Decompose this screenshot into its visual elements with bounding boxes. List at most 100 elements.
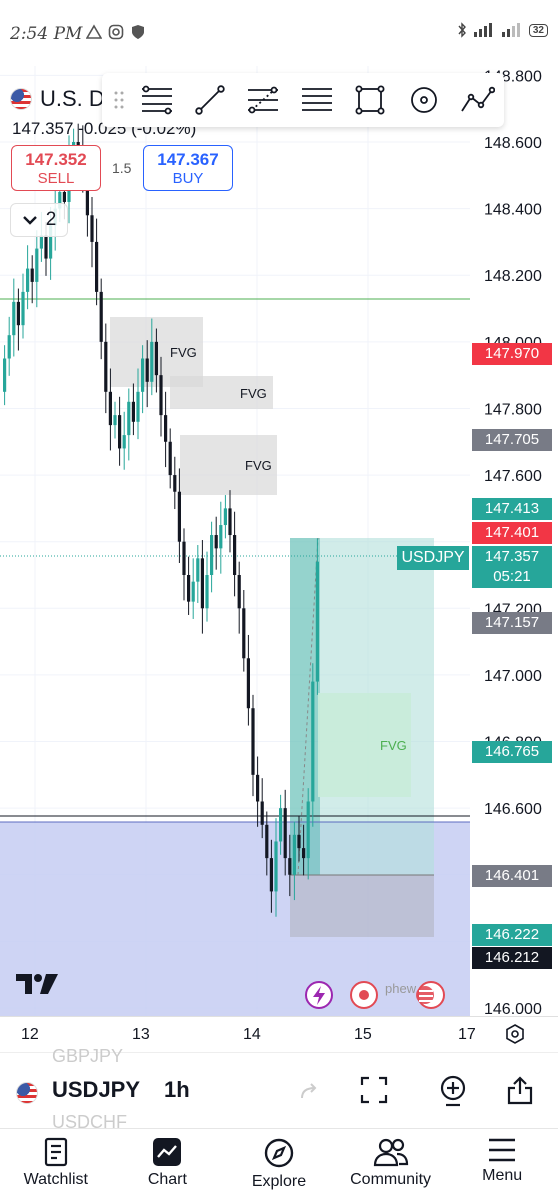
candle-body [7, 335, 11, 359]
candle-body [191, 581, 195, 602]
bottom-navigation: Watchlist Chart Explore Community Menu [0, 1128, 558, 1200]
candle-body [269, 858, 273, 892]
us-flag-icon [16, 1082, 38, 1104]
chevron-down-icon [22, 216, 37, 225]
y-axis-tick: 146.600 [484, 801, 542, 818]
add-indicator-icon[interactable] [438, 1074, 468, 1108]
candle-body [177, 491, 181, 542]
axis-settings-icon[interactable] [504, 1023, 526, 1045]
candle-body [44, 235, 48, 259]
tool-circle[interactable] [397, 73, 450, 127]
price-tag: 147.157 [472, 612, 552, 634]
fvg-label: FVG [240, 386, 267, 401]
candle-body [104, 341, 108, 392]
nav-community[interactable]: Community [335, 1129, 447, 1200]
candle-body [302, 848, 306, 859]
candle-body [219, 525, 223, 549]
signal-icon-2 [501, 23, 520, 37]
candle-body [256, 774, 260, 802]
fullscreen-icon[interactable] [360, 1076, 388, 1104]
candle-body [311, 681, 315, 802]
signal-icon [473, 23, 492, 37]
tool-rectangle[interactable] [344, 73, 397, 127]
drag-handle[interactable] [108, 73, 130, 127]
compass-icon [264, 1138, 294, 1168]
symbol-header[interactable]: U.S. D [10, 86, 105, 112]
candle-body [150, 341, 154, 382]
shield-icon [132, 25, 144, 39]
candle-body [113, 415, 117, 426]
bar-countdown: 05:21 [493, 568, 531, 585]
candle-body [145, 358, 149, 382]
event-markers[interactable]: phew [0, 980, 558, 1012]
battery-indicator: 32 [528, 23, 548, 37]
redo-icon[interactable] [298, 1080, 320, 1102]
economic-event-flag-icon[interactable] [416, 981, 445, 1009]
status-time: 2:54 PM [10, 24, 83, 44]
menu-icon [489, 1138, 516, 1162]
y-axis-tick: 148.600 [484, 135, 542, 152]
nav-label: Menu [482, 1167, 523, 1184]
tool-trend-line[interactable] [183, 73, 236, 127]
candle-body [154, 341, 158, 376]
symbol-selector[interactable]: USDJPY [52, 1077, 140, 1103]
buy-button[interactable]: 147.367 BUY [143, 145, 233, 191]
candle-body [62, 191, 66, 202]
current-price-tag: 147.357 05:21 [472, 546, 552, 588]
candle-body [21, 291, 25, 326]
price-tag: 147.970 [472, 343, 552, 365]
sell-label: SELL [37, 170, 75, 187]
event-marker-icon[interactable] [350, 981, 378, 1009]
candle-body [95, 241, 99, 292]
candle-body [26, 268, 30, 292]
position-loss-zone [290, 875, 434, 937]
candle-body [251, 708, 255, 775]
lines-icon [301, 88, 332, 111]
price-tag: 146.212 [472, 947, 552, 969]
flash-marker-icon[interactable] [305, 981, 333, 1009]
candle-body [127, 401, 131, 436]
candle-body [159, 375, 163, 416]
drawing-toolbar [102, 73, 504, 127]
status-icons-right: 32 [457, 22, 548, 38]
tool-horizontal-lines[interactable] [290, 73, 343, 127]
candle-body [279, 808, 283, 842]
prev-symbol[interactable]: GBPJPY [52, 1046, 123, 1067]
chart-icon [153, 1138, 182, 1166]
time-axis[interactable]: 12 13 14 15 17 [0, 1016, 558, 1050]
y-axis-tick: 147.600 [484, 468, 542, 485]
nav-label: Watchlist [23, 1171, 88, 1188]
sell-button[interactable]: 147.352 SELL [11, 145, 101, 191]
nav-chart[interactable]: Chart [112, 1129, 224, 1200]
current-price: 147.357 [484, 548, 540, 565]
candle-body [214, 535, 218, 549]
marker-label: phew [385, 981, 417, 996]
interval-selector[interactable]: 1h [164, 1077, 190, 1103]
trend-line-icon [195, 85, 225, 115]
candle-body [237, 575, 241, 609]
nav-label: Explore [251, 1173, 307, 1190]
tool-pitchfork[interactable] [237, 73, 290, 127]
share-icon[interactable] [506, 1074, 534, 1106]
sell-price: 147.352 [25, 150, 87, 169]
candle-body [99, 291, 103, 342]
path-icon [461, 86, 496, 112]
price-tag: 147.401 [472, 522, 552, 544]
spread-value: 1.5 [112, 160, 132, 176]
nav-watchlist[interactable]: Watchlist [0, 1129, 112, 1200]
nav-menu[interactable]: Menu [446, 1129, 558, 1200]
candle-body [122, 435, 126, 449]
indicator-collapse-toggle[interactable]: 2 [10, 203, 68, 237]
candle-body [131, 401, 135, 422]
candle-body [164, 415, 168, 442]
circle-icon [410, 87, 437, 113]
candle-body [260, 801, 264, 825]
candle-body [168, 441, 172, 476]
tool-path[interactable] [451, 73, 504, 127]
candle-body [3, 358, 7, 392]
candle-body [182, 541, 186, 575]
tool-fib-retracement[interactable] [130, 73, 183, 127]
nav-explore[interactable]: Explore [223, 1129, 335, 1200]
candle-body [200, 558, 204, 609]
candle-body [283, 808, 287, 859]
